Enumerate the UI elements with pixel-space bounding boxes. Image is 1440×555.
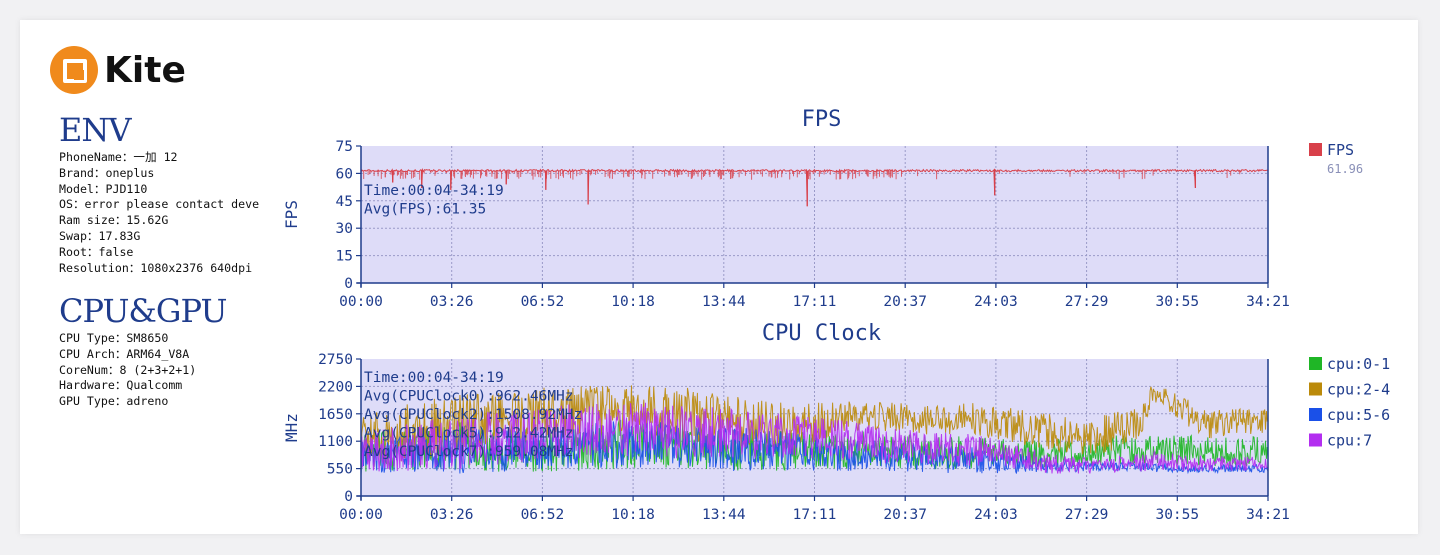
chart-annotation: Avg(CPUClock2):1508.92MHz bbox=[364, 407, 582, 423]
legend-label: cpu:7 bbox=[1327, 432, 1372, 450]
x-tick-label: 00:00 bbox=[339, 507, 383, 523]
y-tick-label: 2750 bbox=[318, 352, 353, 368]
legend-label: FPS bbox=[1327, 141, 1354, 159]
x-tick-label: 30:55 bbox=[1155, 507, 1199, 523]
legend-label: cpu:5-6 bbox=[1327, 406, 1390, 424]
x-tick-label: 03:26 bbox=[430, 507, 474, 523]
legend-swatch-FPS bbox=[1309, 143, 1322, 156]
x-tick-label: 10:18 bbox=[611, 294, 655, 310]
chart-annotation: Avg(CPUClock7):959.08MHz bbox=[364, 444, 574, 460]
y-tick-label: 1650 bbox=[318, 407, 353, 423]
legend-swatch-cpu:2-4 bbox=[1309, 382, 1322, 396]
x-tick-label: 06:52 bbox=[521, 507, 565, 523]
x-tick-label: 17:11 bbox=[793, 507, 837, 523]
y-tick-label: 60 bbox=[336, 166, 353, 182]
legend-swatch-cpu:7 bbox=[1309, 433, 1322, 447]
chart-title-0: FPS bbox=[802, 107, 842, 132]
legend-swatch-cpu:5-6 bbox=[1309, 408, 1322, 421]
chart-annotation: Avg(CPUClock5):912.42MHz bbox=[364, 426, 574, 442]
chart-title-1: CPU Clock bbox=[762, 321, 881, 346]
x-tick-label: 34:21 bbox=[1246, 507, 1290, 523]
legend-label: cpu:2-4 bbox=[1327, 381, 1390, 399]
x-tick-label: 06:52 bbox=[521, 294, 565, 310]
chart-annotation: Avg(FPS):61.35 bbox=[364, 202, 486, 218]
y-tick-label: 0 bbox=[344, 276, 353, 292]
charts-canvas: 0 15 30 45 60 75 00:00 03:26 06:52 10:18 13:44 17:1… bbox=[282, 107, 1390, 523]
y-tick-label: 15 bbox=[336, 249, 353, 265]
y-tick-label: 30 bbox=[336, 221, 353, 237]
x-tick-label: 17:11 bbox=[793, 294, 837, 310]
chart-annotation: Time:00:04-34:19 bbox=[364, 183, 504, 199]
x-tick-label: 20:37 bbox=[883, 294, 927, 310]
x-tick-label: 34:21 bbox=[1246, 294, 1290, 310]
x-tick-label: 27:29 bbox=[1065, 294, 1109, 310]
y-tick-label: 2200 bbox=[318, 379, 353, 395]
y-tick-label: 1100 bbox=[318, 434, 353, 450]
x-tick-label: 13:44 bbox=[702, 507, 746, 523]
y-axis-label-0: FPS bbox=[282, 200, 301, 229]
x-tick-label: 30:55 bbox=[1155, 294, 1199, 310]
x-tick-label: 13:44 bbox=[702, 294, 746, 310]
y-axis-label-1: MHz bbox=[282, 413, 301, 442]
legend-value: 61.96 bbox=[1327, 162, 1363, 176]
legend-swatch-cpu:0-1 bbox=[1309, 357, 1322, 370]
x-tick-label: 10:18 bbox=[611, 507, 655, 523]
x-tick-label: 03:26 bbox=[430, 294, 474, 310]
y-tick-label: 45 bbox=[336, 194, 353, 210]
legend-label: cpu:0-1 bbox=[1327, 355, 1390, 373]
x-tick-label: 24:03 bbox=[974, 507, 1018, 523]
y-tick-label: 0 bbox=[344, 489, 353, 505]
x-tick-label: 20:37 bbox=[883, 507, 927, 523]
chart-annotation: Avg(CPUClock0):962.46MHz bbox=[364, 389, 574, 405]
chart-annotation: Time:00:04-34:19 bbox=[364, 370, 504, 386]
x-tick-label: 00:00 bbox=[339, 294, 383, 310]
x-tick-label: 27:29 bbox=[1065, 507, 1109, 523]
y-tick-label: 75 bbox=[336, 139, 353, 155]
y-tick-label: 550 bbox=[327, 462, 353, 478]
x-tick-label: 24:03 bbox=[974, 294, 1018, 310]
